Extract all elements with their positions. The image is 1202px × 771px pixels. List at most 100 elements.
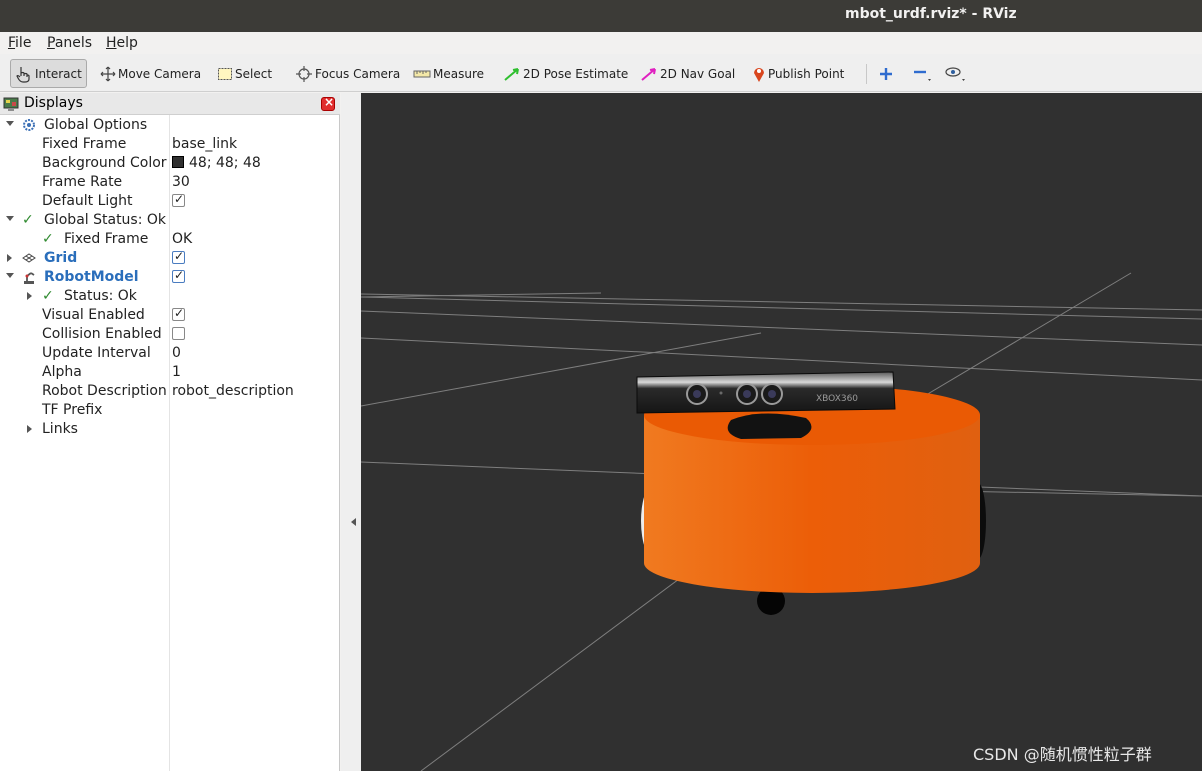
background-color-field[interactable]: 48; 48; 48: [172, 155, 261, 171]
expand-arrow-icon[interactable]: [6, 216, 14, 221]
grid-label: Grid: [44, 250, 78, 266]
select-box-icon: [218, 67, 232, 80]
check-icon: ✓: [22, 212, 34, 228]
measure-label: Measure: [433, 66, 484, 81]
magenta-arrow-icon: [641, 67, 656, 81]
update-interval-value[interactable]: 0: [172, 345, 181, 361]
links-label: Links: [42, 421, 78, 437]
frame-rate-label: Frame Rate: [42, 174, 123, 190]
tree-row-robot-description[interactable]: Robot Description robot_description: [0, 382, 340, 401]
minus-icon: [914, 70, 931, 81]
toolbar: Interact Move Camera Select Focus Camera…: [0, 54, 1202, 92]
collapse-arrow-icon[interactable]: [27, 425, 32, 433]
green-arrow-icon: [504, 67, 519, 81]
visual-enabled-label: Visual Enabled: [42, 307, 145, 323]
tree-row-background-color[interactable]: Background Color 48; 48; 48: [0, 154, 340, 173]
visual-enabled-checkbox[interactable]: [172, 306, 185, 321]
tree-row-alpha[interactable]: Alpha 1: [0, 363, 340, 382]
frame-rate-value[interactable]: 30: [172, 174, 190, 190]
collapse-arrow-icon[interactable]: [7, 254, 12, 262]
expand-arrow-icon[interactable]: [6, 273, 14, 278]
alpha-label: Alpha: [42, 364, 82, 380]
tree-row-robot-status[interactable]: ✓ Status: Ok: [0, 287, 340, 306]
csdn-watermark: CSDN @随机惯性粒子群: [973, 745, 1152, 764]
displays-panel-header: Displays: [0, 93, 340, 115]
tree-row-fixed-frame[interactable]: Fixed Frame base_link: [0, 135, 340, 154]
menu-panels[interactable]: Panels: [47, 35, 92, 51]
focus-camera-tool-button[interactable]: Focus Camera: [295, 59, 400, 88]
plus-icon: [880, 67, 892, 80]
title-bar: mbot_urdf.rviz* - RViz: [0, 0, 1202, 32]
add-tool-button[interactable]: [878, 59, 896, 88]
3d-viewport[interactable]: XBOX360: [361, 93, 1202, 771]
collision-enabled-checkbox[interactable]: [172, 327, 185, 340]
collapse-panel-arrow-icon[interactable]: [351, 518, 356, 526]
menu-bar: File Panels Help: [0, 32, 1202, 54]
interact-tool-button[interactable]: Interact: [10, 59, 87, 88]
move-camera-label: Move Camera: [118, 66, 202, 81]
displays-panel: Displays Global Options Fixed Frame base…: [0, 93, 340, 771]
tree-row-frame-rate[interactable]: Frame Rate 30: [0, 173, 340, 192]
global-options-label: Global Options: [44, 117, 148, 133]
3d-scene[interactable]: XBOX360: [361, 93, 1202, 771]
nav-goal-label: 2D Nav Goal: [660, 66, 736, 81]
grid-icon: [22, 253, 36, 263]
menu-help[interactable]: Help: [106, 35, 138, 51]
tree-row-global-options[interactable]: Global Options: [0, 116, 340, 135]
monitor-icon: [3, 97, 19, 111]
fixed-frame-label: Fixed Frame: [42, 136, 127, 152]
menu-file[interactable]: File: [8, 35, 31, 51]
robot-model-checkbox[interactable]: [172, 268, 185, 283]
robot-model: XBOX360: [636, 371, 986, 615]
close-panel-button[interactable]: [321, 95, 335, 111]
collapse-arrow-icon[interactable]: [27, 292, 32, 300]
tree-row-links[interactable]: Links: [0, 420, 340, 439]
tree-row-update-interval[interactable]: Update Interval 0: [0, 344, 340, 363]
move-arrows-icon: [100, 66, 116, 81]
tree-row-default-light[interactable]: Default Light: [0, 192, 340, 211]
robot-arm-icon: [24, 272, 35, 284]
publish-point-tool-button[interactable]: Publish Point: [752, 59, 844, 88]
focus-camera-label: Focus Camera: [315, 66, 401, 81]
select-label: Select: [235, 66, 273, 81]
tree-row-tf-prefix[interactable]: TF Prefix: [0, 401, 340, 420]
check-icon: ✓: [42, 288, 54, 304]
tree-row-robot-model[interactable]: RobotModel: [0, 268, 340, 287]
background-color-label: Background Color: [42, 155, 167, 171]
global-status-label: Global Status: Ok: [44, 212, 167, 228]
robot-model-label: RobotModel: [44, 269, 139, 285]
select-tool-button[interactable]: Select: [217, 59, 272, 88]
status-fixed-frame-value: OK: [172, 231, 193, 247]
ruler-icon: [413, 70, 431, 77]
update-interval-label: Update Interval: [42, 345, 151, 361]
tree-row-grid[interactable]: Grid: [0, 249, 340, 268]
tree-row-status-fixed-frame[interactable]: ✓ Fixed Frame OK: [0, 230, 340, 249]
expand-arrow-icon[interactable]: [6, 121, 14, 126]
window-title: mbot_urdf.rviz* - RViz: [845, 6, 1017, 22]
color-swatch: [172, 156, 184, 168]
move-camera-tool-button[interactable]: Move Camera: [100, 59, 201, 88]
fixed-frame-value[interactable]: base_link: [172, 136, 237, 152]
interact-label: Interact: [35, 66, 82, 81]
toolbar-separator: [866, 64, 867, 84]
check-icon: ✓: [42, 231, 54, 247]
grid-checkbox[interactable]: [172, 249, 185, 264]
tree-row-collision-enabled[interactable]: Collision Enabled: [0, 325, 340, 344]
alpha-value[interactable]: 1: [172, 364, 181, 380]
robot-status-label: Status: Ok: [64, 288, 137, 304]
tool-visibility-button[interactable]: [944, 59, 970, 88]
kinect-label: XBOX360: [816, 394, 858, 404]
focus-crosshair-icon: [296, 65, 312, 82]
pose-estimate-label: 2D Pose Estimate: [523, 66, 629, 81]
default-light-checkbox[interactable]: [172, 192, 185, 207]
pose-estimate-tool-button[interactable]: 2D Pose Estimate: [503, 59, 628, 88]
tree-row-global-status[interactable]: ✓ Global Status: Ok: [0, 211, 340, 230]
collision-enabled-label: Collision Enabled: [42, 326, 162, 342]
tree-row-visual-enabled[interactable]: Visual Enabled: [0, 306, 340, 325]
panel-splitter[interactable]: [341, 93, 361, 771]
robot-description-value[interactable]: robot_description: [172, 383, 294, 399]
measure-tool-button[interactable]: Measure: [413, 59, 484, 88]
gear-icon: [23, 119, 35, 131]
remove-tool-button[interactable]: [912, 59, 936, 88]
nav-goal-tool-button[interactable]: 2D Nav Goal: [640, 59, 735, 88]
